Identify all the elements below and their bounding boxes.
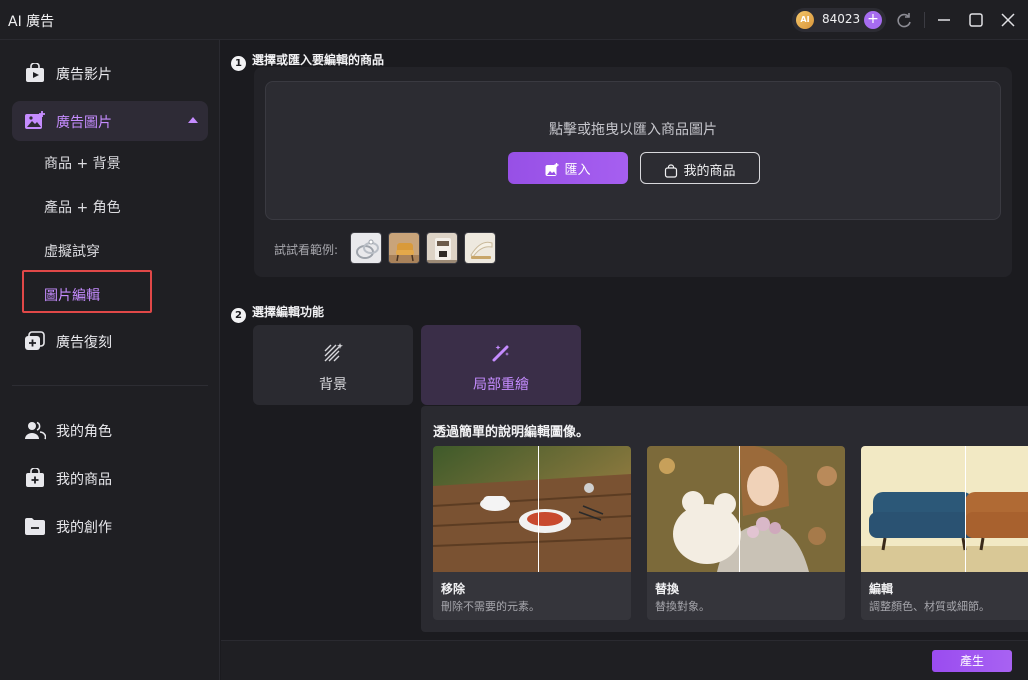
bottom-bar: 產生 (221, 640, 1028, 680)
sidebar-item-label: 廣告復刻 (56, 335, 112, 351)
card-title: 替換 (655, 582, 680, 596)
magic-wand-icon (492, 345, 509, 362)
example-thumb-chair[interactable] (388, 232, 420, 264)
edit-example-image (861, 446, 1028, 572)
minimize-icon[interactable] (934, 10, 954, 30)
replace-example-image (647, 446, 845, 572)
example-gallery: 透過簡單的說明編輯圖像。 移除 刪除不需要的元素。 替換 替換對象。 編輯 調整… (421, 406, 1028, 632)
examples-label: 試試看範例: (274, 243, 339, 257)
sidebar-item-label: 廣告圖片 (56, 115, 112, 131)
coin-icon: AI (796, 11, 814, 29)
sidebar-subitem-product-background[interactable]: 商品 + 背景 (44, 153, 121, 173)
import-label: 匯入 (564, 163, 591, 178)
sidebar-subitem-product-character[interactable]: 產品 + 角色 (44, 197, 121, 217)
close-icon[interactable] (998, 10, 1018, 30)
my-products-button[interactable]: 我的商品 (640, 152, 760, 184)
before-after-divider[interactable] (965, 446, 966, 572)
sidebar-item-ad-video[interactable]: 廣告影片 (12, 53, 208, 93)
title-bar: AI 廣告 AI 84023 + (0, 0, 1028, 40)
folder-icon (25, 518, 45, 535)
image-plus-icon (545, 163, 559, 176)
gallery-card-remove[interactable]: 移除 刪除不需要的元素。 (433, 446, 631, 620)
copy-plus-icon (25, 331, 45, 350)
sidebar-item-my-creations[interactable]: 我的創作 (12, 506, 208, 546)
sidebar-subitem-virtual-tryon[interactable]: 虛擬試穿 (44, 241, 100, 261)
example-thumb-lamp[interactable] (464, 232, 496, 264)
card-title: 編輯 (869, 582, 894, 596)
step-title: 選擇或匯入要編輯的商品 (252, 53, 385, 67)
sidebar-item-my-products[interactable]: 我的商品 (12, 458, 208, 498)
shopping-bag-icon (26, 468, 44, 487)
step-2-heading: 2 選擇編輯功能 (231, 303, 324, 323)
gallery-card-replace[interactable]: 替換 替換對象。 (647, 446, 845, 620)
card-description: 刪除不需要的元素。 (441, 600, 540, 613)
sidebar-item-label: 我的創作 (56, 520, 112, 536)
video-bag-icon (26, 63, 44, 82)
main-content: 1 選擇或匯入要編輯的商品 點擊或拖曳以匯入商品圖片 匯入 我的商品 試試看範例… (221, 40, 1028, 680)
step-number: 1 (231, 56, 246, 71)
example-thumb-coffee-machine[interactable] (426, 232, 458, 264)
gallery-card-edit[interactable]: 編輯 調整顏色、材質或細節。 (861, 446, 1028, 620)
drop-hint: 點擊或拖曳以匯入商品圖片 (549, 122, 717, 138)
card-description: 調整顏色、材質或細節。 (869, 600, 990, 613)
sidebar: 廣告影片 廣告圖片 商品 + 背景 產品 + 角色 虛擬試穿 圖片編輯 廣告復刻 (0, 40, 220, 680)
chevron-up-icon[interactable] (188, 117, 198, 123)
function-label: 局部重繪 (473, 377, 529, 393)
sidebar-item-ad-replicate[interactable]: 廣告復刻 (12, 321, 208, 361)
add-credits-button[interactable]: + (864, 11, 882, 29)
refresh-icon[interactable] (894, 10, 914, 30)
image-plus-icon (25, 111, 45, 129)
sidebar-item-label: 廣告影片 (56, 67, 112, 83)
sidebar-item-label: 我的商品 (56, 472, 112, 488)
before-after-divider[interactable] (739, 446, 740, 572)
titlebar-divider (924, 12, 925, 28)
sidebar-item-my-characters[interactable]: 我的角色 (12, 410, 208, 450)
upload-panel: 點擊或拖曳以匯入商品圖片 匯入 我的商品 試試看範例: (254, 67, 1012, 277)
drop-zone[interactable]: 點擊或拖曳以匯入商品圖片 匯入 我的商品 (265, 81, 1001, 220)
generate-button[interactable]: 產生 (932, 650, 1012, 672)
selection-highlight (22, 270, 152, 313)
credits-badge[interactable]: AI 84023 + (792, 8, 886, 32)
step-title: 選擇編輯功能 (252, 305, 325, 319)
hatch-sparkle-icon (324, 343, 343, 362)
gallery-title: 透過簡單的說明編輯圖像。 (433, 425, 590, 440)
import-button[interactable]: 匯入 (508, 152, 628, 184)
step-number: 2 (231, 308, 246, 323)
app-title: AI 廣告 (8, 14, 55, 30)
credit-count: 84023 (822, 12, 861, 26)
remove-example-image (433, 446, 631, 572)
before-after-divider[interactable] (538, 446, 539, 572)
app-window: AI 廣告 AI 84023 + 廣告影片 廣告圖片 商品 + 背景 產品 + … (0, 0, 1028, 680)
card-title: 移除 (441, 582, 466, 596)
sidebar-item-ad-image[interactable]: 廣告圖片 (12, 101, 208, 141)
users-icon (25, 421, 46, 440)
maximize-icon[interactable] (966, 10, 986, 30)
sidebar-divider (12, 385, 208, 386)
my-products-label: 我的商品 (683, 164, 736, 179)
example-thumb-ring[interactable] (350, 232, 382, 264)
function-card-inpaint[interactable]: 局部重繪 (421, 325, 581, 405)
shopping-bag-icon (665, 164, 678, 178)
sidebar-item-label: 我的角色 (56, 424, 112, 440)
card-description: 替換對象。 (655, 600, 710, 613)
function-label: 背景 (319, 377, 347, 393)
function-card-background[interactable]: 背景 (253, 325, 413, 405)
